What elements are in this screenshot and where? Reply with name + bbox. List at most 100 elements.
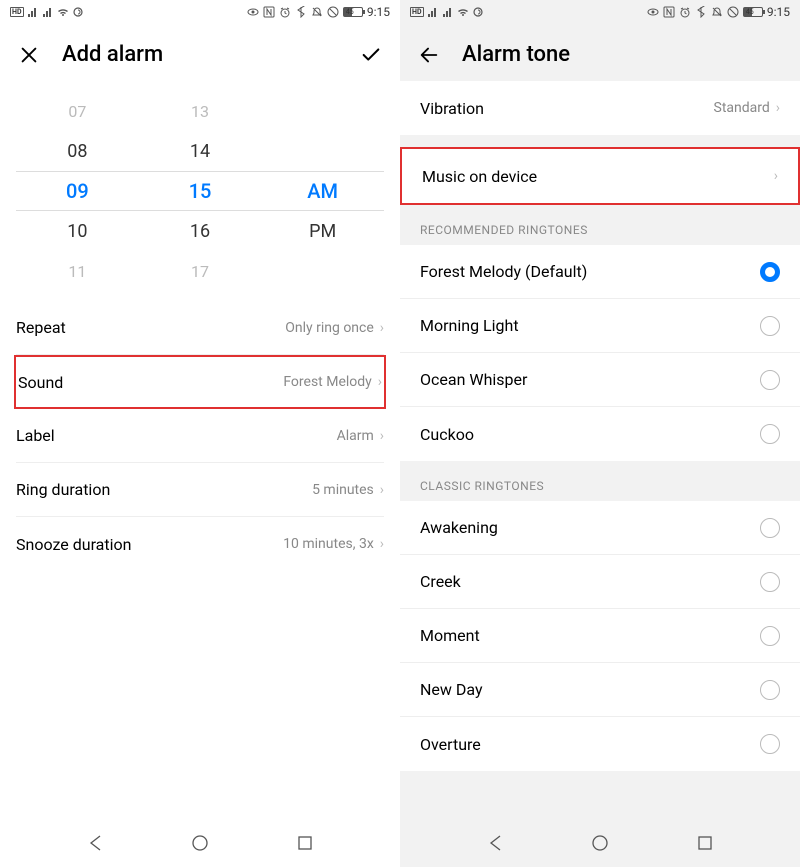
radio-icon[interactable] — [760, 734, 780, 754]
section-header-classic: CLASSIC RINGTONES — [400, 461, 800, 501]
back-icon[interactable] — [418, 44, 440, 66]
hour-option[interactable]: 07 — [16, 91, 139, 131]
ampm-selected[interactable]: AM — [261, 171, 384, 211]
ringtone-option[interactable]: Creek — [400, 555, 800, 609]
setting-value: Only ring once — [285, 320, 374, 336]
hd-badge: HD — [410, 7, 424, 17]
ringtone-label: Overture — [420, 735, 481, 754]
radio-icon[interactable] — [760, 626, 780, 646]
no-data-icon — [327, 6, 339, 18]
battery-icon: 45 — [343, 7, 363, 17]
header-add-alarm: Add alarm — [0, 24, 400, 81]
ampm-column[interactable]: AM PM — [261, 91, 384, 291]
hour-option[interactable]: 10 — [16, 211, 139, 251]
status-time: 9:15 — [767, 5, 790, 19]
nav-bar — [400, 819, 800, 867]
status-bar: HD 45 9:15 — [400, 0, 800, 24]
minute-option[interactable]: 17 — [139, 251, 262, 291]
signal-icon-1 — [427, 6, 439, 18]
hour-option[interactable]: 11 — [16, 251, 139, 291]
hour-column[interactable]: 07 08 09 10 11 — [16, 91, 139, 291]
radio-icon[interactable] — [760, 572, 780, 592]
radio-icon[interactable] — [760, 518, 780, 538]
setting-music-on-device[interactable]: Music on device › — [400, 147, 800, 205]
phone-add-alarm: HD 45 9:15 Add alarm 07 — [0, 0, 400, 867]
setting-label: Ring duration — [16, 480, 110, 499]
confirm-icon[interactable] — [360, 44, 382, 66]
nav-back-icon[interactable] — [87, 834, 105, 852]
phone-alarm-tone: HD 45 9:15 Alarm tone Vibration — [400, 0, 800, 867]
row-label: Vibration — [420, 99, 484, 118]
setting-value: Forest Melody — [283, 374, 371, 390]
ringtone-label: Ocean Whisper — [420, 370, 527, 389]
minute-selected[interactable]: 15 — [139, 171, 262, 211]
chevron-right-icon: › — [378, 374, 382, 390]
ringtone-option[interactable]: Moment — [400, 609, 800, 663]
minute-option[interactable]: 16 — [139, 211, 262, 251]
setting-sound[interactable]: Sound Forest Melody › — [14, 355, 386, 409]
ringtone-option[interactable]: Cuckoo — [400, 407, 800, 461]
nfc-icon — [663, 6, 675, 18]
setting-label-row[interactable]: Label Alarm › — [16, 409, 384, 463]
recommended-ringtones-list: Forest Melody (Default) Morning Light Oc… — [400, 245, 800, 461]
ringtone-label: Creek — [420, 572, 461, 591]
ringtone-option[interactable]: Forest Melody (Default) — [400, 245, 800, 299]
status-bar: HD 45 9:15 — [0, 0, 400, 24]
ringtone-option[interactable]: Ocean Whisper — [400, 353, 800, 407]
nav-recent-icon[interactable] — [696, 834, 714, 852]
radio-icon[interactable] — [760, 424, 780, 444]
nav-back-icon[interactable] — [487, 834, 505, 852]
wifi-icon — [457, 6, 469, 18]
radio-icon[interactable] — [760, 370, 780, 390]
hour-selected[interactable]: 09 — [16, 171, 139, 211]
eye-icon — [647, 6, 659, 18]
minute-option[interactable]: 14 — [139, 131, 262, 171]
nav-home-icon[interactable] — [191, 834, 209, 852]
page-title: Alarm tone — [462, 42, 570, 67]
time-picker[interactable]: 07 08 09 10 11 13 14 15 16 17 AM PM — [0, 81, 400, 301]
row-label: Music on device — [422, 167, 537, 186]
setting-ring-duration[interactable]: Ring duration 5 minutes › — [16, 463, 384, 517]
close-icon[interactable] — [18, 44, 40, 66]
minute-column[interactable]: 13 14 15 16 17 — [139, 91, 262, 291]
setting-label: Repeat — [16, 318, 66, 337]
setting-label: Label — [16, 426, 55, 445]
ringtone-option[interactable]: Overture — [400, 717, 800, 771]
setting-repeat[interactable]: Repeat Only ring once › — [16, 301, 384, 355]
page-title: Add alarm — [62, 42, 163, 67]
chevron-right-icon: › — [380, 320, 384, 336]
chevron-right-icon: › — [380, 428, 384, 444]
chevron-right-icon: › — [380, 536, 384, 552]
radio-selected-icon[interactable] — [760, 262, 780, 282]
ringtone-label: Moment — [420, 626, 480, 645]
row-value: Standard — [714, 100, 770, 116]
ringtone-label: Morning Light — [420, 316, 519, 335]
ringtone-option[interactable]: Awakening — [400, 501, 800, 555]
nav-recent-icon[interactable] — [296, 834, 314, 852]
nav-bar — [0, 819, 400, 867]
radio-icon[interactable] — [760, 680, 780, 700]
minute-option[interactable]: 13 — [139, 91, 262, 131]
ringtone-option[interactable]: Morning Light — [400, 299, 800, 353]
ringtone-option[interactable]: New Day — [400, 663, 800, 717]
chevron-right-icon: › — [776, 100, 780, 116]
spiral-icon — [472, 6, 484, 18]
bluetooth-icon — [695, 6, 707, 18]
ampm-option[interactable]: PM — [261, 211, 384, 251]
alarm-settings-list: Repeat Only ring once › Sound Forest Mel… — [0, 301, 400, 571]
bluetooth-icon — [295, 6, 307, 18]
classic-ringtones-list: Awakening Creek Moment New Day Overture — [400, 501, 800, 771]
setting-vibration[interactable]: Vibration Standard › — [400, 81, 800, 135]
radio-icon[interactable] — [760, 316, 780, 336]
battery-icon: 45 — [743, 7, 763, 17]
setting-snooze-duration[interactable]: Snooze duration 10 minutes, 3x › — [16, 517, 384, 571]
chevron-right-icon: › — [380, 482, 384, 498]
nav-home-icon[interactable] — [591, 834, 609, 852]
hour-option[interactable]: 08 — [16, 131, 139, 171]
setting-label: Snooze duration — [16, 535, 131, 554]
section-header-recommended: RECOMMENDED RINGTONES — [400, 205, 800, 245]
signal-icon-2 — [442, 6, 454, 18]
alarm-clock-icon — [679, 6, 691, 18]
chevron-right-icon: › — [774, 168, 778, 184]
spiral-icon — [72, 6, 84, 18]
